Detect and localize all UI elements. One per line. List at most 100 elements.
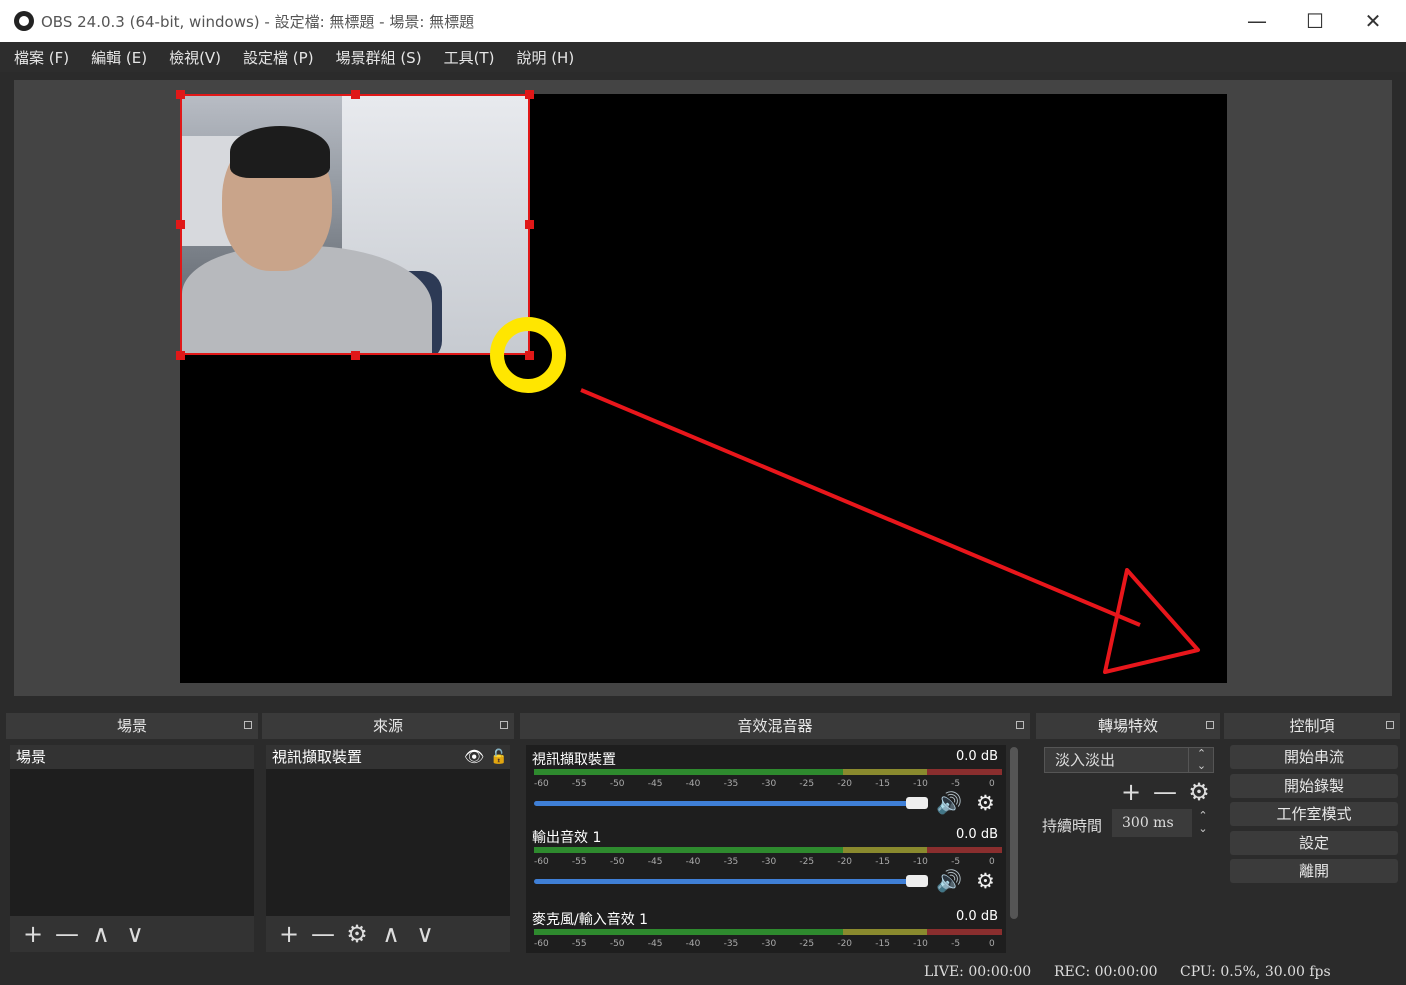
remove-scene-button[interactable]: — bbox=[50, 919, 84, 949]
menu-view[interactable]: 檢視(V) bbox=[169, 47, 221, 68]
volume-fader-track[interactable] bbox=[534, 879, 924, 884]
db-tick-label: -30 bbox=[761, 939, 777, 949]
db-tick-label: -40 bbox=[685, 857, 701, 867]
dock-float-icon[interactable] bbox=[500, 721, 508, 729]
db-tick-label: -60 bbox=[534, 779, 549, 789]
menu-file[interactable]: 檔案 (F) bbox=[14, 47, 69, 68]
add-scene-button[interactable]: + bbox=[16, 919, 50, 949]
mixer-channel: 視訊擷取裝置 0.0 dB -60 -55 -50 -45 -40 -35 -30 -25 -2… bbox=[526, 747, 1006, 827]
scene-down-button[interactable]: ∨ bbox=[118, 919, 152, 949]
scenes-toolbar: + — ∧ ∨ bbox=[10, 916, 254, 952]
db-tick-label: -60 bbox=[534, 939, 549, 949]
resize-handle-top-right[interactable] bbox=[525, 90, 534, 99]
speaker-icon[interactable]: 🔊 bbox=[936, 791, 962, 816]
db-tick-label: 0 bbox=[989, 857, 995, 867]
db-tick-label: -30 bbox=[761, 779, 777, 789]
sources-list[interactable]: 視訊擷取裝置 👁 🔓 bbox=[266, 745, 510, 917]
menu-scene-collection[interactable]: 場景群組 (S) bbox=[336, 47, 422, 68]
settings-button[interactable]: 設定 bbox=[1230, 831, 1398, 855]
scene-up-button[interactable]: ∧ bbox=[84, 919, 118, 949]
scenes-list[interactable]: 場景 bbox=[10, 745, 254, 917]
db-scale: -60 -55 -50 -45 -40 -35 -30 -25 -20 -15 -10 -5 0 bbox=[534, 777, 1002, 791]
remove-source-button[interactable]: — bbox=[306, 919, 340, 949]
studio-mode-button[interactable]: 工作室模式 bbox=[1230, 802, 1398, 826]
menu-help[interactable]: 說明 (H) bbox=[516, 47, 574, 68]
resize-handle-bottom-right[interactable] bbox=[525, 351, 534, 360]
resize-handle-top-left[interactable] bbox=[176, 90, 185, 99]
resize-handle-top[interactable] bbox=[351, 90, 360, 99]
menu-profile[interactable]: 設定檔 (P) bbox=[243, 47, 314, 68]
chevron-updown-icon[interactable]: ⌃ ⌄ bbox=[1188, 747, 1214, 773]
source-item[interactable]: 視訊擷取裝置 👁 🔓 bbox=[266, 745, 510, 769]
db-tick-label: -5 bbox=[951, 939, 961, 949]
source-properties-gear-icon[interactable]: ⚙ bbox=[340, 919, 374, 949]
volume-fader-track[interactable] bbox=[534, 801, 924, 806]
db-tick-label: -55 bbox=[571, 857, 587, 867]
gear-icon[interactable]: ⚙ bbox=[976, 791, 995, 815]
close-button[interactable]: ✕ bbox=[1344, 0, 1402, 42]
resize-handle-bottom[interactable] bbox=[351, 351, 360, 360]
audio-mixer-dock: 音效混音器 視訊擷取裝置 0.0 dB -60 -55 -50 -45 -40 -35 -3… bbox=[520, 713, 1030, 953]
status-bar: LIVE: 00:00:00 REC: 00:00:00 CPU: 0.5%, … bbox=[0, 960, 1406, 985]
source-down-button[interactable]: ∨ bbox=[408, 919, 442, 949]
duration-input[interactable]: 300 ms bbox=[1112, 809, 1192, 837]
rec-status: REC: 00:00:00 bbox=[1054, 964, 1158, 980]
mixer-channel: 麥克風/輸入音效 1 0.0 dB -60 -55 -50 -45 -40 -35 -30-… bbox=[526, 907, 1006, 953]
db-tick-label: -45 bbox=[647, 939, 663, 949]
dock-float-icon[interactable] bbox=[1016, 721, 1024, 729]
gear-icon[interactable]: ⚙ bbox=[976, 869, 995, 893]
channel-name: 視訊擷取裝置 bbox=[532, 752, 616, 768]
menu-edit[interactable]: 編輯 (E) bbox=[91, 47, 147, 68]
add-source-button[interactable]: + bbox=[272, 919, 306, 949]
menu-tools[interactable]: 工具(T) bbox=[444, 47, 495, 68]
channel-name: 麥克風/輸入音效 1 bbox=[532, 912, 649, 928]
cpu-status: CPU: 0.5%, 30.00 fps bbox=[1180, 964, 1331, 980]
controls-title: 控制項 bbox=[1224, 713, 1400, 739]
dock-float-icon[interactable] bbox=[1206, 721, 1214, 729]
dock-float-icon[interactable] bbox=[244, 721, 252, 729]
maximize-button[interactable]: ☐ bbox=[1286, 0, 1344, 42]
resize-handle-right[interactable] bbox=[525, 220, 534, 229]
resize-handle-left[interactable] bbox=[176, 220, 185, 229]
add-transition-button[interactable]: + bbox=[1114, 777, 1148, 807]
db-tick-label: -35 bbox=[723, 939, 739, 949]
db-tick-label: -10 bbox=[913, 857, 928, 867]
db-tick-label: -35 bbox=[723, 857, 739, 867]
minimize-button[interactable]: — bbox=[1228, 0, 1286, 42]
db-scale: -60 -55 -50 -45 -40 -35 -30 -25 -20 -15 -10 -5 0 bbox=[534, 937, 1002, 951]
db-tick-label: -25 bbox=[799, 939, 815, 949]
start-recording-button[interactable]: 開始錄製 bbox=[1230, 774, 1398, 798]
db-tick-label: -20 bbox=[837, 939, 853, 949]
volume-meter bbox=[534, 847, 1002, 853]
eye-icon[interactable]: 👁 bbox=[464, 745, 484, 769]
dock-float-icon[interactable] bbox=[1386, 721, 1394, 729]
db-tick-label: -15 bbox=[875, 857, 890, 867]
start-streaming-button[interactable]: 開始串流 bbox=[1230, 745, 1398, 769]
db-tick-label: -45 bbox=[647, 857, 663, 867]
channel-db: 0.0 dB bbox=[956, 909, 998, 924]
db-tick-label: -50 bbox=[609, 857, 625, 867]
unlock-icon[interactable]: 🔓 bbox=[490, 745, 507, 769]
window-title: OBS 24.0.3 (64-bit, windows) - 設定檔: 無標題 … bbox=[41, 13, 475, 31]
mixer-scrollbar[interactable] bbox=[1010, 747, 1018, 919]
db-tick-label: -5 bbox=[951, 857, 961, 867]
scenes-dock: 場景 場景 + — ∧ ∨ bbox=[6, 713, 258, 953]
db-tick-label: -55 bbox=[571, 779, 587, 789]
webcam-source-preview[interactable] bbox=[180, 94, 530, 355]
scenes-title: 場景 bbox=[6, 713, 258, 739]
volume-fader-handle[interactable] bbox=[906, 875, 928, 887]
exit-button[interactable]: 離開 bbox=[1230, 859, 1398, 883]
remove-transition-button[interactable]: — bbox=[1148, 777, 1182, 807]
spinner-arrows-icon[interactable]: ⌃ ⌄ bbox=[1194, 809, 1212, 837]
transition-gear-icon[interactable]: ⚙ bbox=[1182, 777, 1216, 807]
db-scale: -60 -55 -50 -45 -40 -35 -30 -25 -20 -15 -10 -5 0 bbox=[534, 855, 1002, 869]
db-tick-label: -45 bbox=[647, 779, 663, 789]
resize-handle-bottom-left[interactable] bbox=[176, 351, 185, 360]
source-up-button[interactable]: ∧ bbox=[374, 919, 408, 949]
speaker-icon[interactable]: 🔊 bbox=[936, 869, 962, 894]
scene-item[interactable]: 場景 bbox=[10, 745, 254, 769]
obs-logo-icon bbox=[14, 11, 34, 31]
volume-fader-handle[interactable] bbox=[906, 797, 928, 809]
sources-dock: 來源 視訊擷取裝置 👁 🔓 + — ⚙ ∧ ∨ bbox=[262, 713, 514, 953]
sources-title: 來源 bbox=[262, 713, 514, 739]
